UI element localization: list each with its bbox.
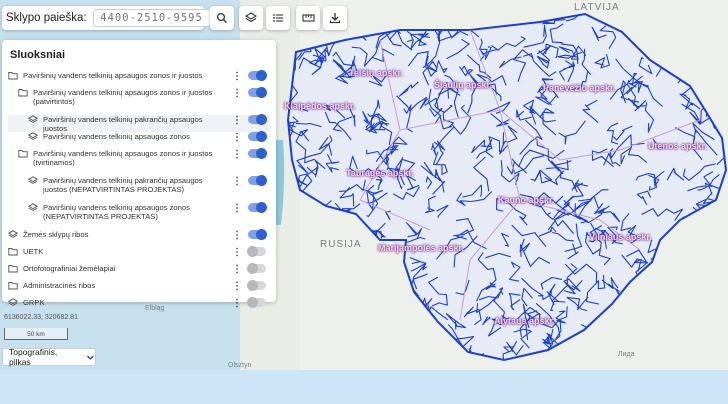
layer-visibility-toggle[interactable]	[248, 148, 267, 159]
layers-icon	[27, 115, 39, 124]
more-options-icon[interactable]	[234, 176, 240, 186]
parcel-search-input[interactable]	[92, 9, 211, 27]
layer-visibility-toggle[interactable]	[248, 229, 267, 240]
search-button[interactable]	[210, 6, 234, 30]
city-label-lida: Лида	[618, 351, 635, 358]
region-label: Tauragės apskr.	[346, 168, 414, 178]
more-options-icon[interactable]	[234, 115, 240, 125]
layer-label: Žemės sklypų ribos	[23, 230, 89, 239]
parcel-search: Sklypo paieška:	[2, 6, 211, 30]
layers-icon	[245, 12, 257, 23]
layer-label: GRPK	[23, 298, 45, 307]
chevron-down-icon	[87, 355, 94, 360]
layer-row[interactable]: Paviršinių vandens telkinių pakrančių ap…	[8, 114, 270, 133]
layer-label: UETK	[23, 247, 44, 256]
layer-row[interactable]: Paviršinių vandens telkinių apsaugos zon…	[8, 148, 270, 176]
layer-visibility-toggle[interactable]	[248, 202, 267, 213]
layer-visibility-toggle[interactable]	[247, 297, 266, 308]
more-options-icon[interactable]	[234, 264, 240, 274]
search-icon	[216, 12, 227, 23]
layers-icon	[27, 203, 39, 212]
region-label: Kauno apskr.	[498, 195, 555, 205]
folder-icon	[8, 71, 18, 80]
region-label: Šiaulių apskr.	[434, 80, 493, 90]
basemap-label: Topografinis, pilkas	[9, 347, 58, 367]
download-button[interactable]	[323, 6, 347, 30]
layer-row[interactable]: GRPK	[7, 297, 270, 315]
layer-row[interactable]: Ortofotografiniai žemėlapiai	[8, 263, 270, 281]
layer-visibility-toggle[interactable]	[248, 87, 267, 98]
layer-row[interactable]: Paviršinių vandens telkinių apsaugos zon…	[8, 131, 270, 149]
more-options-icon[interactable]	[234, 71, 240, 81]
layer-visibility-toggle[interactable]	[247, 263, 266, 274]
more-options-icon[interactable]	[234, 88, 240, 98]
layer-row[interactable]: Žemės sklypų ribos	[7, 229, 270, 247]
layer-row[interactable]: Paviršinių vandens telkinių pakrančių ap…	[8, 175, 270, 203]
ruler-icon	[301, 14, 315, 22]
layers-icon	[7, 298, 19, 307]
layer-label: Paviršinių vandens telkinių apsaugos zon…	[23, 71, 203, 80]
folder-icon	[8, 264, 18, 273]
layer-row[interactable]: Paviršinių vandens telkinių apsaugos zon…	[8, 70, 270, 88]
search-label: Sklypo paieška:	[6, 12, 87, 24]
layer-visibility-toggle[interactable]	[248, 175, 267, 186]
layer-row[interactable]: Paviršinių vandens telkinių apsaugos zon…	[8, 202, 270, 230]
region-label: Klaipėdos apskr.	[284, 101, 356, 111]
layer-visibility-toggle[interactable]	[247, 280, 266, 291]
download-icon	[329, 13, 341, 24]
folder-icon	[18, 88, 28, 97]
layer-list: Paviršinių vandens telkinių apsaugos zon…	[7, 70, 270, 315]
coordinate-readout: 6136022.33, 320682.81	[4, 314, 78, 321]
more-options-icon[interactable]	[234, 203, 240, 213]
folder-icon	[8, 247, 18, 256]
panel-title: Sluoksniai	[10, 49, 66, 61]
folder-icon	[18, 149, 28, 158]
country-label-latvija: LATVIJA	[574, 2, 620, 13]
layer-visibility-toggle[interactable]	[248, 131, 267, 142]
basemap-select[interactable]: Topografinis, pilkas	[2, 347, 96, 367]
more-options-icon[interactable]	[234, 149, 240, 159]
layers-button[interactable]	[239, 6, 263, 30]
layer-label: Administracinės ribos	[23, 281, 96, 290]
scale-bar: 50 km	[4, 328, 68, 340]
more-options-icon[interactable]	[234, 281, 240, 291]
folder-icon	[8, 281, 18, 290]
layers-icon	[7, 230, 19, 239]
layer-row[interactable]: UETK	[8, 246, 270, 264]
region-label: Marijampolės apskr.	[378, 243, 465, 253]
layers-icon	[27, 132, 39, 141]
layers-panel: Sluoksniai Paviršinių vandens telkinių a…	[2, 40, 276, 308]
more-options-icon[interactable]	[234, 298, 240, 308]
region-label: Alytaus apskr.	[494, 316, 556, 326]
bottom-bar	[0, 370, 728, 404]
country-label-rusija: RUSIJA	[320, 239, 362, 250]
more-options-icon[interactable]	[234, 132, 240, 142]
more-options-icon[interactable]	[234, 247, 240, 257]
layer-visibility-toggle[interactable]	[248, 114, 267, 125]
layer-row[interactable]: Paviršinių vandens telkinių apsaugos zon…	[8, 87, 270, 115]
region-label: Telšių apskr.	[349, 68, 403, 78]
layer-row[interactable]: Administracinės ribos	[8, 280, 270, 298]
region-label: Vilniaus apskr.	[589, 232, 652, 242]
more-options-icon[interactable]	[234, 230, 240, 240]
region-label: Panevėžio apskr.	[543, 83, 616, 93]
region-label: Utenos apskr.	[648, 141, 708, 151]
city-label-olsztyn: Olsztyn	[228, 362, 252, 369]
layer-label: Ortofotografiniai žemėlapiai	[23, 264, 116, 273]
layer-visibility-toggle[interactable]	[248, 70, 267, 81]
layers-icon	[27, 176, 39, 185]
measure-button[interactable]	[296, 6, 320, 30]
list-icon	[273, 14, 283, 22]
legend-button[interactable]	[266, 6, 290, 30]
layer-visibility-toggle[interactable]	[247, 246, 266, 257]
